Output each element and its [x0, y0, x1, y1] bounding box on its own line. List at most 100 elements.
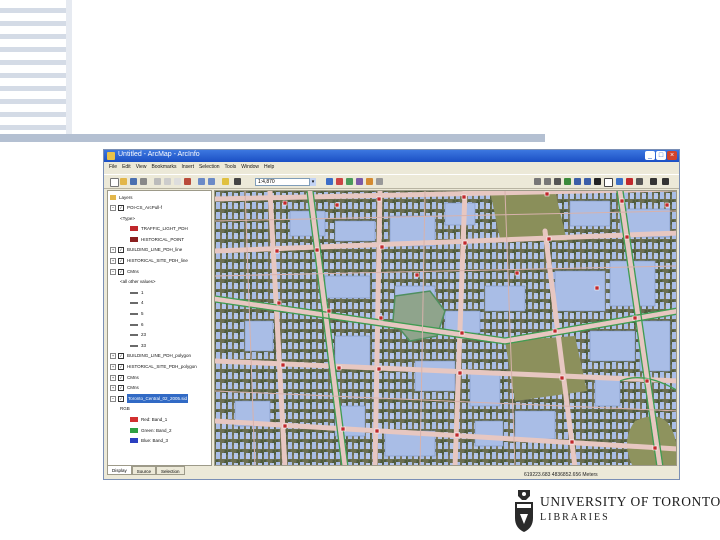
toc-layer-label: TRAFFIC_LIGHT_PDH: [141, 226, 188, 232]
menu-file[interactable]: File: [109, 163, 117, 172]
python-icon[interactable]: [366, 178, 373, 185]
toc-layer-label: CMns: [127, 268, 139, 274]
layers-icon: [110, 195, 116, 200]
line-symbol: [130, 334, 138, 337]
toc-layer-label: CMns: [127, 385, 139, 391]
menu-bar: File Edit View Bookmarks Insert Selectio…: [104, 163, 679, 172]
orthophoto-map: [215, 191, 676, 465]
undo-icon[interactable]: [198, 178, 205, 185]
toc-layer-label: BUILDING_LINE_PDH_polygon: [127, 353, 192, 359]
zoom-in-icon[interactable]: [534, 178, 541, 185]
uoft-libraries-logo: UNIVERSITY OF TORONTO LIBRARIES: [512, 490, 720, 534]
layer-visibility-checkbox[interactable]: ✓: [118, 364, 124, 370]
save-icon[interactable]: [130, 178, 137, 185]
scale-dropdown-arrow[interactable]: ▾: [309, 178, 316, 186]
select-elements-icon[interactable]: [604, 178, 613, 187]
menu-view[interactable]: View: [136, 163, 147, 172]
coordinate-readout: 619223.683 4836852.656 Meters: [524, 472, 598, 478]
toc-layer-label: CMns: [127, 374, 139, 380]
find-icon[interactable]: [626, 178, 633, 185]
expand-toggle-icon[interactable]: +: [110, 364, 116, 370]
menu-insert[interactable]: Insert: [181, 163, 194, 172]
expand-toggle-icon[interactable]: +: [110, 247, 116, 254]
hyperlink-icon[interactable]: [650, 178, 657, 185]
toc-layer-label: 6: [141, 321, 144, 327]
table-of-contents: Layers − ✓ POI-CS_ArcPull-f <Type> TRAFFIC_L…: [107, 190, 212, 466]
park-field: [490, 191, 567, 241]
menu-window[interactable]: Window: [241, 163, 259, 172]
zoom-out-icon[interactable]: [544, 178, 551, 185]
expand-toggle-icon[interactable]: +: [110, 374, 116, 381]
editor-icon[interactable]: [326, 178, 333, 185]
select-features-icon[interactable]: [594, 178, 601, 185]
map-view[interactable]: [214, 190, 677, 466]
forward-extent-icon[interactable]: [584, 178, 591, 185]
slide-column-accent: [66, 0, 72, 138]
menu-selection[interactable]: Selection: [199, 163, 220, 172]
line-symbol: [130, 302, 138, 305]
toc-layer-label: BUILDING_LINE_PDH_line: [127, 247, 183, 253]
dropdown-icon[interactable]: [234, 178, 241, 185]
line-symbol: [130, 323, 138, 326]
minimize-button[interactable]: _: [645, 151, 655, 160]
maximize-button[interactable]: □: [656, 151, 666, 160]
toc-layer-label: HISTORICAL_POINT: [141, 236, 185, 242]
pan-icon[interactable]: [554, 178, 561, 185]
menu-edit[interactable]: Edit: [122, 163, 131, 172]
arctoolbox-icon[interactable]: [336, 178, 343, 185]
delete-icon[interactable]: [184, 178, 191, 185]
menu-help[interactable]: Help: [264, 163, 274, 172]
open-folder-icon[interactable]: [120, 178, 127, 185]
toc-layer-label: HISTORICAL_SITE_PDH_polygon: [127, 364, 197, 369]
identify-icon[interactable]: [616, 178, 623, 185]
layer-visibility-checkbox[interactable]: ✓: [118, 353, 124, 360]
layer-visibility-checkbox[interactable]: ✓: [118, 385, 124, 392]
toolbar-overflow-icon[interactable]: [662, 178, 669, 185]
cut-icon[interactable]: [154, 178, 161, 185]
collapse-toggle-icon[interactable]: −: [110, 395, 116, 402]
arcmap-window: Untitled - ArcMap - ArcInfo _ □ × File E…: [103, 149, 680, 480]
redo-icon[interactable]: [208, 178, 215, 185]
toc-layer-label: 5: [141, 311, 144, 316]
title-bar[interactable]: Untitled - ArcMap - ArcInfo _ □ ×: [104, 150, 679, 162]
menu-tools[interactable]: Tools: [225, 163, 237, 172]
help-icon[interactable]: [376, 178, 383, 185]
print-icon[interactable]: [140, 178, 147, 185]
expand-toggle-icon[interactable]: +: [110, 385, 116, 392]
layer-visibility-checkbox[interactable]: ✓: [118, 395, 124, 402]
marker-icon: [130, 236, 138, 242]
back-extent-icon[interactable]: [574, 178, 581, 185]
toc-layer-label: Green: Band_2: [141, 427, 172, 433]
paste-icon[interactable]: [174, 178, 181, 185]
layer-visibility-checkbox[interactable]: ✓: [118, 258, 124, 264]
add-data-icon[interactable]: [222, 178, 229, 185]
toc-layer-label: 4: [141, 300, 144, 306]
layer-visibility-checkbox[interactable]: ✓: [118, 247, 124, 254]
toc-layer-label: 33: [141, 342, 147, 348]
toc-layer-label: 1: [141, 289, 144, 295]
collapse-toggle-icon[interactable]: −: [110, 268, 116, 275]
expand-toggle-icon[interactable]: +: [110, 258, 116, 264]
copy-icon[interactable]: [164, 178, 171, 185]
map-scale-input[interactable]: 1:4,870: [255, 178, 315, 186]
model-builder-icon[interactable]: [356, 178, 363, 185]
layer-visibility-checkbox[interactable]: ✓: [118, 205, 124, 211]
layer-visibility-checkbox[interactable]: ✓: [118, 374, 124, 381]
expand-toggle-icon[interactable]: +: [110, 353, 116, 360]
full-extent-icon[interactable]: [564, 178, 571, 185]
window-title: Untitled - ArcMap - ArcInfo: [118, 151, 200, 158]
new-document-icon[interactable]: [110, 178, 119, 187]
collapse-toggle-icon[interactable]: −: [110, 205, 116, 211]
line-symbol: [130, 291, 138, 294]
line-symbol: [130, 344, 138, 347]
catalog-icon[interactable]: [346, 178, 353, 185]
blue-swatch: [130, 438, 138, 444]
close-button[interactable]: ×: [667, 151, 677, 160]
toc-layer-label: Blue: Band_3: [141, 438, 169, 444]
menu-bookmarks[interactable]: Bookmarks: [151, 163, 176, 172]
toc-layer-label: <all other values>: [120, 279, 156, 285]
measure-icon[interactable]: [636, 178, 643, 185]
logo-subtitle: LIBRARIES: [540, 512, 610, 523]
layer-visibility-checkbox[interactable]: ✓: [118, 268, 124, 275]
logo-name: UNIVERSITY OF TORONTO: [540, 494, 720, 509]
